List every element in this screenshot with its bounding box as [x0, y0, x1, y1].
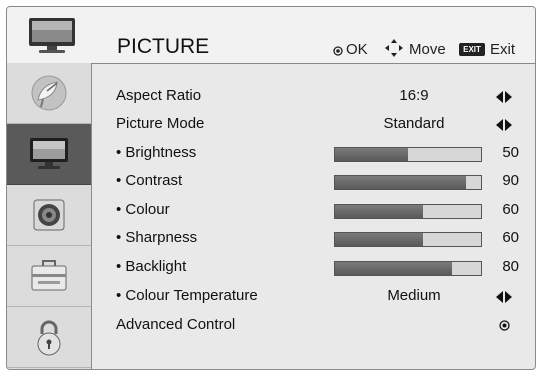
picture-mode-value: Standard: [383, 115, 445, 132]
sharpness-slider[interactable]: [334, 232, 482, 247]
sharpness-label: • Sharpness: [116, 229, 198, 246]
category-sidebar: [7, 63, 92, 369]
exit-key-icon: EXIT: [459, 43, 485, 56]
picture-mode-label: Picture Mode: [116, 115, 205, 132]
exit-hint-label: Exit: [490, 41, 516, 58]
padlock-icon: [37, 320, 61, 356]
menu-row-backlight[interactable]: • Backlight 80: [92, 254, 535, 282]
contrast-slider-fill: [335, 176, 467, 189]
left-right-arrows-icon[interactable]: [496, 291, 512, 303]
menu-row-advanced-control[interactable]: Advanced Control: [92, 312, 535, 340]
colour-slider-fill: [335, 205, 423, 218]
backlight-slider[interactable]: [334, 261, 482, 276]
menu-row-picture-mode[interactable]: Picture Mode Standard: [92, 111, 535, 139]
aspect-ratio-value: 16:9: [399, 87, 429, 104]
colour-temperature-label: • Colour Temperature: [116, 287, 258, 304]
ok-hint-label: OK: [346, 41, 368, 58]
menu-title: PICTURE: [117, 35, 210, 58]
tab-lock[interactable]: [7, 307, 91, 368]
colour-value: 60: [502, 201, 519, 218]
menu-row-sharpness[interactable]: • Sharpness 60: [92, 225, 535, 253]
contrast-value: 90: [502, 172, 519, 189]
tv-picture-icon: [30, 138, 68, 169]
menu-row-brightness[interactable]: • Brightness 50: [92, 140, 535, 168]
tv-icon: [29, 18, 75, 53]
menu-row-aspect-ratio[interactable]: Aspect Ratio 16:9: [92, 83, 535, 111]
tab-picture[interactable]: [7, 124, 91, 185]
menu-header: PICTURE OK Move EXIT Exit: [7, 7, 535, 64]
left-right-arrows-icon[interactable]: [496, 119, 512, 131]
colour-temperature-value: Medium: [387, 287, 441, 304]
contrast-slider[interactable]: [334, 175, 482, 190]
menu-row-contrast[interactable]: • Contrast 90: [92, 168, 535, 196]
backlight-label: • Backlight: [116, 258, 187, 275]
move-hint-label: Move: [409, 41, 446, 58]
toolbox-icon: [31, 260, 67, 291]
sharpness-value: 60: [502, 229, 519, 246]
picture-menu-window: PICTURE OK Move EXIT Exit Aspect Ratio 1…: [6, 6, 536, 370]
ok-dot-icon: [333, 46, 343, 56]
menu-row-colour[interactable]: • Colour 60: [92, 197, 535, 225]
ok-dot-icon[interactable]: [499, 320, 510, 331]
brightness-slider[interactable]: [334, 147, 482, 162]
brightness-slider-fill: [335, 148, 408, 161]
speaker-icon: [33, 199, 65, 231]
brightness-label: • Brightness: [116, 144, 197, 161]
backlight-slider-fill: [335, 262, 452, 275]
contrast-label: • Contrast: [116, 172, 183, 189]
move-arrows-icon: [385, 39, 403, 57]
satellite-dish-icon: [31, 75, 67, 111]
left-right-arrows-icon[interactable]: [496, 91, 512, 103]
backlight-value: 80: [502, 258, 519, 275]
menu-row-colour-temperature[interactable]: • Colour Temperature Medium: [92, 283, 535, 311]
tab-sound[interactable]: [7, 185, 91, 246]
colour-label: • Colour: [116, 201, 170, 218]
sharpness-slider-fill: [335, 233, 423, 246]
menu-content: Aspect Ratio 16:9 Picture Mode Standard …: [92, 64, 535, 369]
brightness-value: 50: [502, 144, 519, 161]
aspect-ratio-label: Aspect Ratio: [116, 87, 202, 104]
advanced-control-label: Advanced Control: [116, 316, 236, 333]
tab-setup[interactable]: [7, 246, 91, 307]
tab-channel[interactable]: [7, 63, 91, 124]
colour-slider[interactable]: [334, 204, 482, 219]
